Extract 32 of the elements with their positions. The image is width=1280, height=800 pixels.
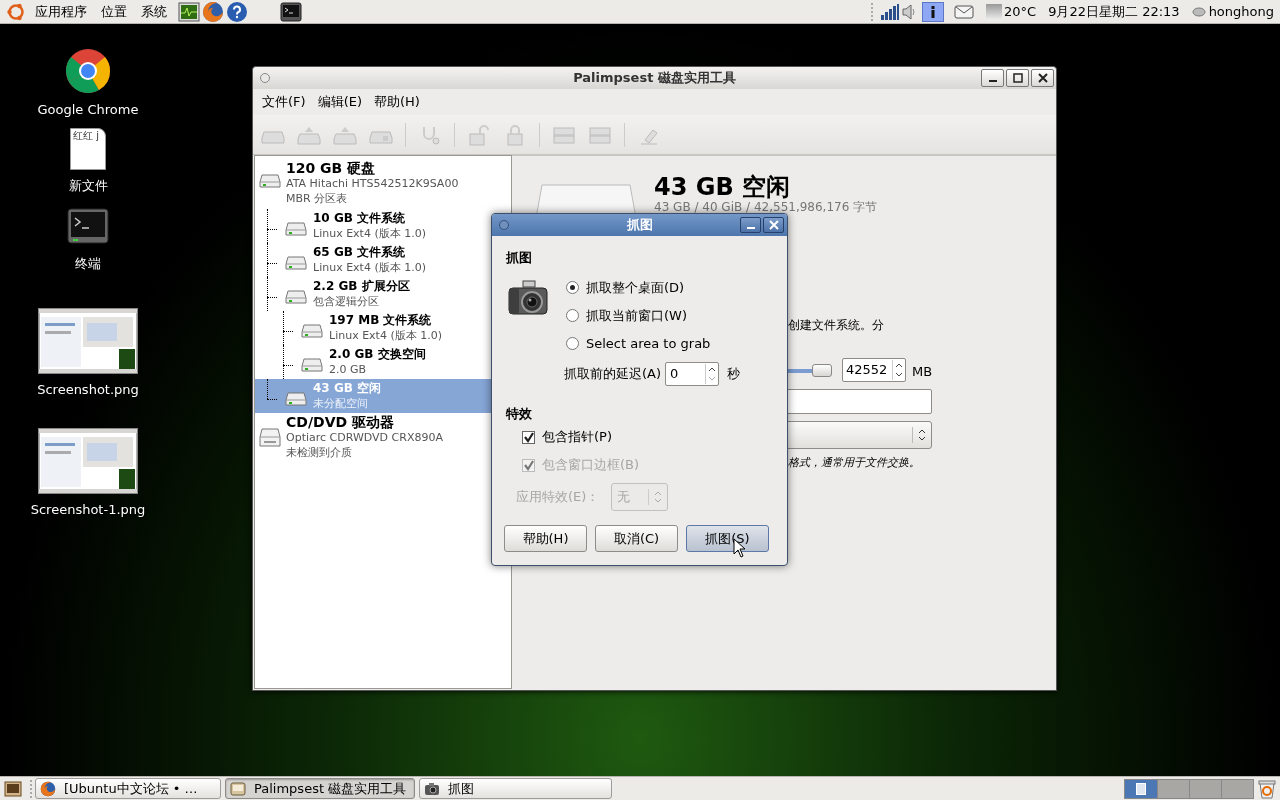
effect-label: 应用特效(E)：	[516, 488, 600, 507]
device-detail: Linux Ext4 (版本 1.0)	[329, 328, 442, 343]
device-detail: Linux Ext4 (版本 1.0)	[313, 260, 426, 275]
delay-label: 抓取前的延迟(A)	[564, 364, 662, 383]
effect-combo-box: 无	[611, 483, 669, 511]
checkbox-label: 包含窗口边框(B)	[542, 456, 640, 475]
device-detail: ATA Hitachi HTS542512K9SA00	[286, 176, 459, 191]
volume-size: 43 GB / 40 GiB / 42,551,986,176 字节	[654, 199, 878, 216]
device-title: 120 GB 硬盘	[286, 160, 377, 176]
window-title: Palimpsest 磁盘实用工具	[573, 69, 736, 88]
volume-heading: 43 GB 空闲	[654, 172, 791, 201]
dialog-title: 抓图	[626, 216, 653, 235]
device-title: 2.0 GB 交换空间	[329, 346, 426, 362]
size-unit: MB	[912, 363, 933, 381]
device-title: 2.2 GB 扩展分区	[313, 278, 410, 294]
device-detail: MBR 分区表	[286, 191, 349, 206]
device-detail: Linux Ext4 (版本 1.0)	[313, 226, 426, 241]
type-hint: 格式，通常用于文件交换。	[788, 455, 920, 471]
device-title: 10 GB 文件系统	[313, 210, 407, 226]
section-heading: 抓图	[506, 249, 533, 267]
delay-unit: 秒	[727, 364, 741, 383]
device-detail: 未检测到介质	[286, 445, 353, 460]
description-text: 创建文件系统。分	[788, 317, 884, 334]
device-title: CD/DVD 驱动器	[286, 414, 395, 430]
file-preview-text: 红红 j	[73, 131, 99, 141]
device-title: 65 GB 文件系统	[313, 244, 407, 260]
device-detail: 2.0 GB	[329, 362, 368, 377]
device-title: 197 MB 文件系统	[329, 312, 433, 328]
device-detail: 包含逻辑分区	[313, 294, 380, 309]
device-detail: Optiarc CDRWDVD CRX890A	[286, 430, 443, 445]
device-title: 43 GB 空闲	[313, 380, 382, 396]
device-detail: 未分配空间	[313, 396, 369, 411]
